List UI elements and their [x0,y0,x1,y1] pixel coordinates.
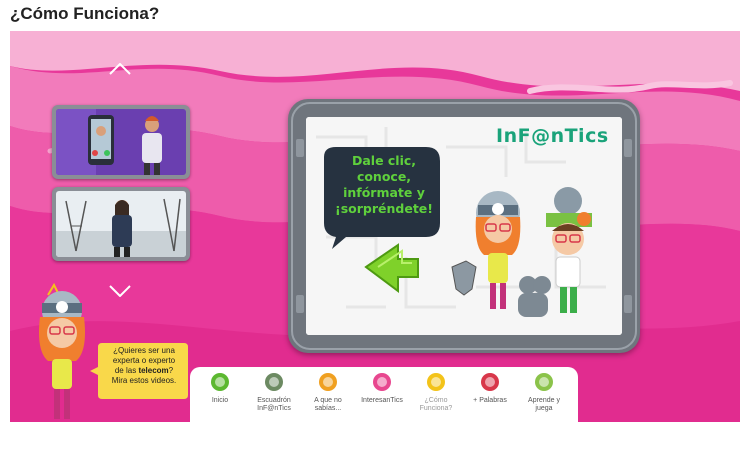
video-thumbnail-2[interactable] [52,187,190,261]
nav-item-label: ¿Cómo Funciona? [419,397,453,412]
video-thumbnail-1[interactable] [52,105,190,179]
nav-item-label: Inicio [211,397,229,404]
promo-line-3-post: ? [168,366,174,375]
bubble-line-3: ¡sorpréndete! [335,201,433,216]
infantics-logo: InF@nTics [496,125,609,147]
nav-item-escuadron[interactable]: Escuadrón InF@nTics [248,373,300,413]
promo-line-2: experta o experto [112,356,176,365]
video-thumbnail-2-image [56,191,186,257]
promo-line-1: ¿Quieres ser una [113,346,175,355]
nav-item-inicio[interactable]: Inicio [194,373,246,405]
interactive-stage: InF@nTics Dale clic, conoce, infórmate y… [10,31,740,422]
mas-palabras-icon [481,373,499,391]
nav-item-mas-palabras[interactable]: + Palabras [464,373,516,405]
nav-item-como-funciona[interactable]: ¿Cómo Funciona? [410,373,462,413]
screen-art [306,117,622,335]
monitor-screen: InF@nTics Dale clic, conoce, infórmate y… [306,117,622,335]
a-que-no-sabias-icon [319,373,337,391]
aprende-y-juega-icon [535,373,553,391]
nav-item-label: Escuadrón InF@nTics [257,397,291,412]
scroll-up-chevron-icon[interactable] [109,63,131,75]
nav-item-label: InteresanTics [361,397,403,404]
scroll-down-chevron-icon[interactable] [109,285,131,297]
green-back-arrow-icon[interactable] [356,257,416,317]
inicio-icon [211,373,229,391]
nav-item-label: Aprende y juega [528,397,560,412]
como-funciona-icon [427,373,445,391]
nav-item-aprende-y-juega[interactable]: Aprende y juega [518,373,570,413]
page-title: ¿Cómo Funciona? [10,4,160,23]
bubble-line-1: Dale clic, conoce, [351,153,417,184]
promo-line-3-bold: telecom [138,366,169,375]
nav-item-label: A que no sabías... [314,397,342,412]
promo-line-4: Mira estos videos. [111,376,177,385]
escuadron-icon [265,373,283,391]
bottom-navigation: Inicio Escuadrón InF@nTics A que no sabías… [190,367,578,422]
promo-line-3: de las telecom? [100,366,188,376]
video-thumbnail-1-image [56,109,186,175]
display-monitor: InF@nTics Dale clic, conoce, infórmate y… [288,99,640,353]
nav-item-interesantics[interactable]: InteresanTics [356,373,408,405]
nav-item-label: + Palabras [473,397,507,404]
promo-line-3-pre: de las [114,366,139,375]
interesantics-icon [373,373,391,391]
speech-bubble-text: Dale clic, conoce, infórmate y ¡sorprénd… [324,153,444,217]
promo-bubble-text: ¿Quieres ser una experta o experto de la… [100,346,188,396]
nav-item-a-que-no-sabias[interactable]: A que no sabías... [302,373,354,413]
bubble-line-2: infórmate y [343,185,425,200]
